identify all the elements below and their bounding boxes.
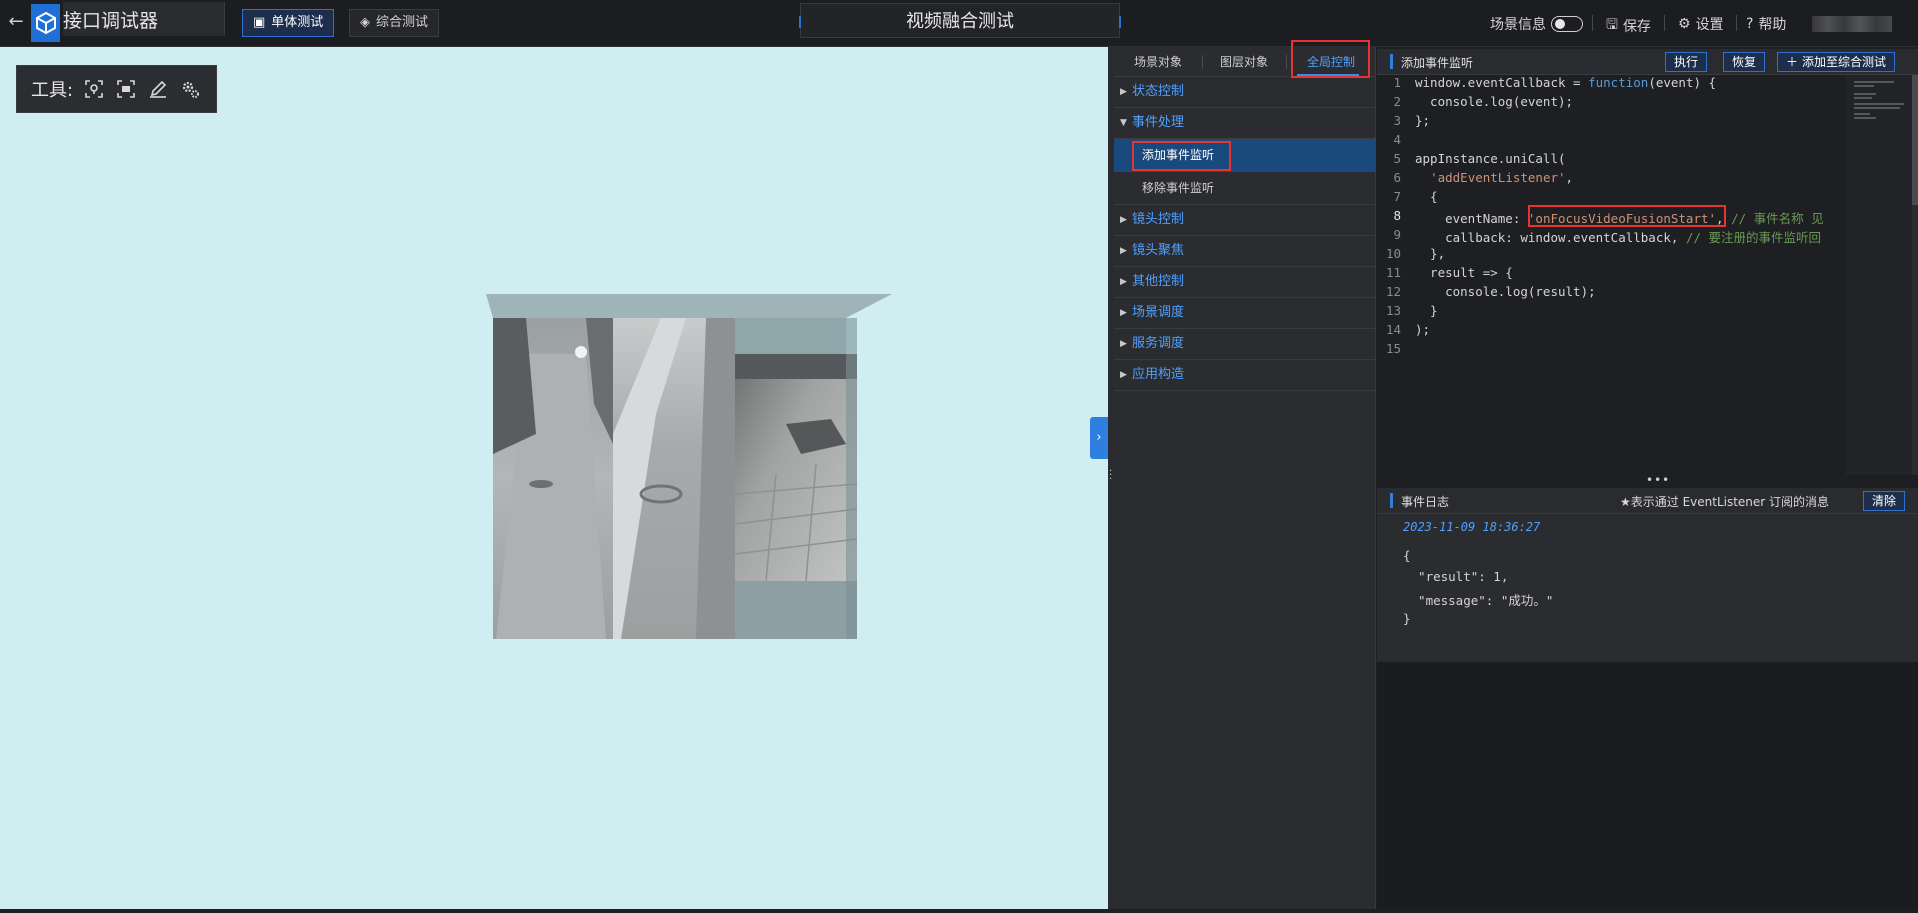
layers-icon: ◈ (360, 15, 370, 30)
resize-grip-icon[interactable]: ••• (1646, 474, 1670, 486)
toggle-switch[interactable] (1551, 16, 1583, 32)
scrollbar-thumb[interactable] (1912, 75, 1918, 205)
settings-label: 设置 (1695, 17, 1724, 33)
api-tree-panel: 场景对象 图层对象 全局控制 ▶ 状态控制 ▼ 事件处理 添加事件监听 移除事件… (1114, 40, 1376, 909)
help-button[interactable]: ? 帮助 (1746, 14, 1786, 34)
tree-item-service-dispatch[interactable]: ▶ 服务调度 (1114, 329, 1376, 360)
tree-item-label: 事件处理 (1132, 115, 1185, 130)
pen-icon[interactable] (147, 78, 169, 100)
header-accent-bar (1390, 54, 1393, 69)
highlight-box-subitem (1132, 141, 1231, 171)
scene-info-toggle[interactable]: 场景信息 (1490, 14, 1583, 34)
highlight-box-tab (1291, 40, 1370, 78)
video-fusion-model[interactable] (486, 294, 894, 639)
log-title: 事件日志 (1401, 495, 1450, 509)
tree-item-camera-control[interactable]: ▶ 镜头控制 (1114, 205, 1376, 236)
tree-item-state-control[interactable]: ▶ 状态控制 (1114, 77, 1376, 108)
help-label: 帮助 (1758, 17, 1787, 33)
run-button[interactable]: 执行 (1665, 52, 1708, 72)
tree-item-label: 镜头聚焦 (1132, 243, 1185, 258)
user-avatar[interactable] (1812, 16, 1892, 32)
locate-point-icon[interactable] (83, 78, 105, 100)
event-log: 2023-11-09 18:36:27 { "result": 1, "mess… (1377, 514, 1918, 662)
cube-icon: ▣ (253, 15, 266, 30)
tree-subitem-remove-listener[interactable]: 移除事件监听 (1114, 172, 1376, 205)
vertical-scrollbar[interactable] (1912, 75, 1918, 475)
tree-item-app-construct[interactable]: ▶ 应用构造 (1114, 360, 1376, 391)
app-title: 接口调试器 (63, 2, 225, 36)
code-editor[interactable]: 1 window.eventCallback = function(event) … (1377, 75, 1845, 502)
frame-select-icon[interactable] (115, 78, 137, 100)
page-title: 视频融合测试 (799, 3, 1121, 38)
log-empty-area (1377, 662, 1918, 909)
scene-viewport[interactable]: 工具: › (0, 47, 1108, 909)
editor-title: 添加事件监听 (1401, 56, 1474, 70)
highlight-box-event-name (1528, 205, 1726, 227)
tree-item-label: 镜头控制 (1132, 212, 1185, 227)
add-to-combined-label: 添加至综合测试 (1802, 55, 1887, 69)
save-icon: 🖫 (1606, 17, 1618, 33)
divider (1286, 55, 1287, 69)
single-test-label: 单体测试 (271, 15, 324, 30)
tree-item-scene-dispatch[interactable]: ▶ 场景调度 (1114, 298, 1376, 329)
tree-item-label: 状态控制 (1132, 84, 1185, 99)
caret-down-icon: ▼ (1120, 118, 1127, 128)
divider (1736, 15, 1737, 31)
scene-info-label: 场景信息 (1490, 17, 1546, 33)
caret-right-icon: ▶ (1120, 308, 1127, 318)
caret-right-icon: ▶ (1120, 370, 1127, 380)
divider (1202, 55, 1203, 69)
divider (1592, 15, 1593, 31)
tree-item-label: 场景调度 (1132, 305, 1185, 320)
back-arrow-icon[interactable]: ← (4, 10, 28, 34)
tree-item-label: 应用构造 (1132, 367, 1185, 382)
log-timestamp: 2023-11-09 18:36:27 (1403, 520, 1541, 534)
combined-test-button[interactable]: ◈ 综合测试 (349, 9, 440, 37)
log-line: "message": "成功。" (1403, 593, 1554, 608)
top-bar: ← 接口调试器 ▣ 单体测试 ◈ 综合测试 视频融合测试 场景信息 🖫 保存 ⚙… (0, 0, 1918, 47)
log-note: ★表示通过 EventListener 订阅的消息 (1620, 495, 1830, 509)
restore-button[interactable]: 恢复 (1723, 52, 1766, 72)
divider (1664, 15, 1665, 31)
clear-log-button[interactable]: 清除 (1863, 491, 1906, 511)
log-line: } (1403, 611, 1411, 626)
editor-header: 添加事件监听 执行 恢复 ＋ 添加至综合测试 (1377, 49, 1918, 75)
tree-item-camera-focus[interactable]: ▶ 镜头聚焦 (1114, 236, 1376, 267)
app-logo-icon (31, 4, 60, 42)
log-line: { (1403, 548, 1411, 563)
code-minimap[interactable] (1846, 75, 1912, 475)
help-icon: ? (1746, 16, 1754, 32)
tab-scene-objects[interactable]: 场景对象 (1134, 53, 1182, 70)
caret-right-icon: ▶ (1120, 215, 1127, 225)
plus-icon: ＋ (1786, 55, 1799, 69)
toolbox-label: 工具: (31, 80, 74, 101)
tree-item-label: 其他控制 (1132, 274, 1185, 289)
log-line: "result": 1, (1403, 569, 1509, 584)
single-test-button[interactable]: ▣ 单体测试 (242, 9, 335, 37)
combined-test-label: 综合测试 (376, 15, 429, 30)
caret-right-icon: ▶ (1120, 246, 1127, 256)
tree-item-other-control[interactable]: ▶ 其他控制 (1114, 267, 1376, 298)
caret-right-icon: ▶ (1120, 339, 1127, 349)
save-label: 保存 (1622, 19, 1651, 35)
tab-layer-objects[interactable]: 图层对象 (1220, 53, 1268, 70)
splitter-grip-icon[interactable]: · · · (1109, 467, 1113, 485)
header-accent-bar (1390, 493, 1393, 508)
tree-item-event-handling[interactable]: ▼ 事件处理 (1114, 108, 1376, 139)
toolbox: 工具: (16, 65, 217, 113)
gear-icon: ⚙ (1678, 16, 1691, 32)
tree-item-label: 服务调度 (1132, 336, 1185, 351)
editor-panel: 添加事件监听 执行 恢复 ＋ 添加至综合测试 1 window.eventCall… (1377, 47, 1918, 909)
expand-panel-handle[interactable]: › (1090, 417, 1108, 459)
caret-right-icon: ▶ (1120, 277, 1127, 287)
add-to-combined-button[interactable]: ＋ 添加至综合测试 (1777, 52, 1896, 72)
caret-right-icon: ▶ (1120, 87, 1127, 97)
settings-button[interactable]: ⚙ 设置 (1678, 14, 1724, 34)
save-button[interactable]: 🖫 保存 (1606, 14, 1651, 38)
gears-icon[interactable] (179, 78, 201, 100)
log-header: 事件日志 ★表示通过 EventListener 订阅的消息 清除 (1377, 488, 1918, 514)
